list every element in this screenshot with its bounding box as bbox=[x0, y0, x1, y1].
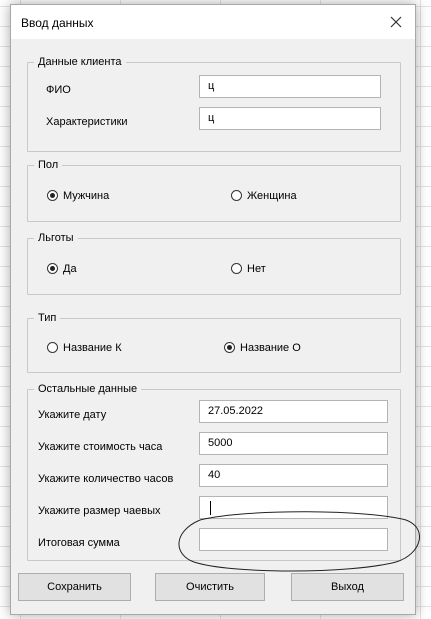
hour-rate-input[interactable]: 5000 bbox=[199, 432, 388, 455]
characteristics-input[interactable]: ц bbox=[199, 107, 381, 130]
tip-size-label: Укажите размер чаевых bbox=[38, 505, 161, 517]
type-o-label: Название О bbox=[240, 342, 301, 354]
exit-button[interactable]: Выход bbox=[291, 573, 404, 601]
benefits-legend: Льготы bbox=[34, 231, 78, 245]
highlight-ellipse bbox=[178, 511, 420, 572]
hours-count-input[interactable]: 40 bbox=[199, 464, 388, 487]
type-o-radio[interactable] bbox=[224, 342, 235, 353]
clear-button[interactable]: Очистить bbox=[155, 573, 265, 601]
hours-count-label: Укажите количество часов bbox=[38, 473, 174, 485]
fio-label: ФИО bbox=[46, 84, 71, 96]
other-data-legend: Остальные данные bbox=[34, 382, 142, 396]
gender-legend: Пол bbox=[34, 158, 63, 172]
type-k-label: Название К bbox=[63, 342, 122, 354]
female-label: Женщина bbox=[247, 190, 297, 202]
fio-input[interactable]: ц bbox=[199, 75, 381, 98]
hour-rate-label: Укажите стоимость часа bbox=[38, 441, 163, 453]
client-data-frame: Данные клиента ФИО ц Характеристики ц bbox=[27, 55, 401, 152]
yes-label: Да bbox=[63, 263, 77, 275]
type-frame: Тип Название К Название О bbox=[27, 311, 401, 373]
title-bar: Ввод данных bbox=[11, 5, 415, 39]
close-icon bbox=[390, 16, 402, 28]
date-label: Укажите дату bbox=[38, 409, 107, 421]
client-data-legend: Данные клиента bbox=[34, 55, 126, 69]
male-radio[interactable] bbox=[47, 190, 58, 201]
type-legend: Тип bbox=[34, 311, 61, 325]
total-sum-label: Итоговая сумма bbox=[38, 537, 120, 549]
window-title: Ввод данных bbox=[21, 16, 94, 30]
characteristics-label: Характеристики bbox=[46, 116, 128, 128]
save-button[interactable]: Сохранить bbox=[18, 573, 131, 601]
date-input[interactable]: 27.05.2022 bbox=[199, 400, 388, 423]
no-radio[interactable] bbox=[231, 263, 242, 274]
gender-frame: Пол Мужчина Женщина bbox=[27, 158, 401, 222]
male-label: Мужчина bbox=[63, 190, 110, 202]
type-k-radio[interactable] bbox=[47, 342, 58, 353]
yes-radio[interactable] bbox=[47, 263, 58, 274]
benefits-frame: Льготы Да Нет bbox=[27, 231, 401, 295]
no-label: Нет bbox=[247, 263, 266, 275]
close-button[interactable] bbox=[383, 9, 409, 35]
female-radio[interactable] bbox=[231, 190, 242, 201]
